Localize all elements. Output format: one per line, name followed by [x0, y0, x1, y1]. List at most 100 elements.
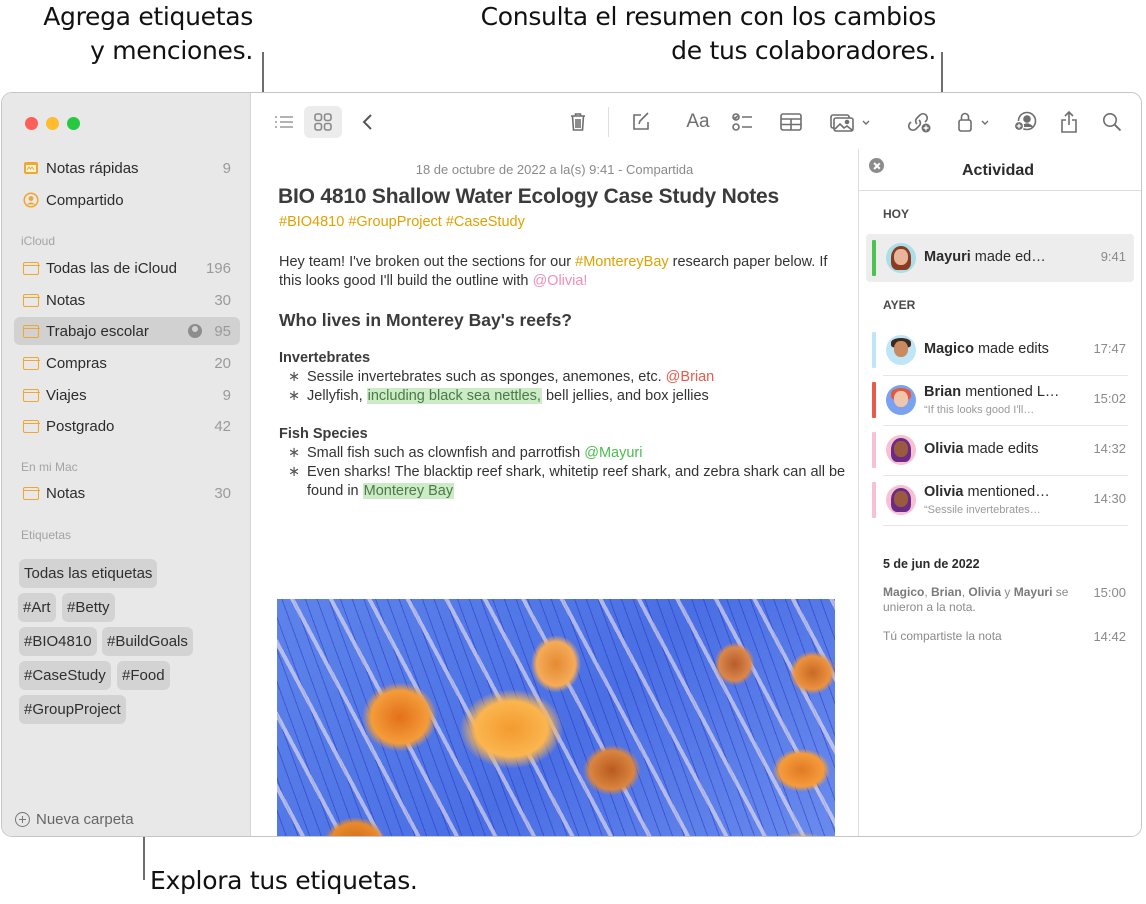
toolbar-divider — [608, 107, 609, 137]
note-count: 42 — [214, 417, 231, 435]
people-add-icon — [1013, 111, 1037, 132]
bullet-icon: ∗ — [288, 388, 301, 404]
activity-row[interactable]: Mayuri made ed… 9:41 — [866, 234, 1134, 282]
new-folder-button[interactable]: Nueva carpeta — [15, 811, 134, 828]
minimize-window-button[interactable] — [46, 117, 59, 130]
format-button[interactable]: Aa — [683, 106, 713, 138]
bullet-icon: ∗ — [288, 445, 301, 461]
zoom-window-button[interactable] — [67, 117, 80, 130]
note-editor[interactable]: 18 de octubre de 2022 a la(s) 9:41 - Com… — [251, 149, 858, 836]
share-button[interactable] — [1057, 106, 1081, 138]
participant-color-bar — [872, 382, 876, 418]
note-body: Hey team! I've broken out the sections f… — [279, 253, 849, 501]
section-heading-fish: Fish Species — [279, 426, 368, 442]
sidebar-item-quick-notes[interactable]: Notas rápidas 9 — [14, 154, 240, 182]
activity-joined-text: Magico, Brian, Olivia y Mayuri se uniero… — [883, 585, 1069, 614]
activity-row[interactable]: Olivia mentioned… “Sessile invertebrates… — [866, 476, 1134, 524]
format-text-icon: Aa — [686, 111, 710, 132]
sidebar-folder-compras[interactable]: Compras 20 — [14, 349, 240, 377]
activity-text: Brian mentioned L… — [924, 384, 1060, 400]
sidebar-folder-postgrado[interactable]: Postgrado 42 — [14, 412, 240, 440]
gallery-view-button[interactable] — [304, 106, 342, 138]
photo-icon — [830, 114, 870, 132]
divider — [883, 525, 1128, 526]
back-button[interactable] — [356, 106, 380, 138]
sidebar-folder-viajes[interactable]: Viajes 9 — [14, 381, 240, 409]
media-button[interactable] — [829, 106, 875, 138]
note-count: 9 — [222, 159, 231, 177]
checklist-button[interactable] — [730, 106, 756, 138]
text-run: Jellyfish, — [307, 388, 367, 404]
section-today: HOY — [883, 207, 910, 221]
close-activity-button[interactable] — [869, 158, 884, 173]
tag-groupproject[interactable]: #GroupProject — [19, 695, 126, 724]
note-date: 18 de octubre de 2022 a la(s) 9:41 - Com… — [415, 162, 694, 177]
sidebar: Notas rápidas 9 Compartido iCloud Todas … — [2, 93, 251, 836]
note-tags[interactable]: #BIO4810 #GroupProject #CaseStudy — [279, 214, 525, 230]
list-item: ∗ Jellyfish, including black sea nettles… — [279, 387, 849, 406]
close-window-button[interactable] — [25, 117, 38, 130]
sidebar-folder-trabajo-escolar[interactable]: Trabajo escolar 95 — [14, 317, 240, 345]
text-run: bell jellies, and box jellies — [541, 388, 709, 404]
hashtag-link[interactable]: #MontereyBay — [575, 254, 669, 270]
folder-icon — [22, 323, 40, 339]
section-header-on-my-mac: En mi Mac — [21, 460, 78, 474]
activity-text: Olivia mentioned… — [924, 484, 1050, 500]
mention-brian[interactable]: @Brian — [666, 369, 715, 385]
folder-icon — [22, 387, 40, 403]
folder-icon — [22, 260, 40, 276]
tag-betty[interactable]: #Betty — [62, 593, 115, 622]
list-item: ∗ Even sharks! The blacktip reef shark, … — [279, 463, 849, 501]
shared-folder-icon — [188, 324, 202, 338]
delete-button[interactable] — [566, 106, 590, 138]
activity-header: Actividad — [859, 149, 1141, 191]
list-view-button[interactable] — [271, 106, 297, 138]
table-button[interactable] — [778, 106, 804, 138]
new-folder-label: Nueva carpeta — [36, 811, 134, 828]
section-header-icloud: iCloud — [21, 234, 56, 248]
avatar-magico — [886, 335, 916, 365]
tag-art[interactable]: #Art — [18, 593, 56, 622]
avatar-mayuri — [886, 243, 916, 273]
callout-line: y menciones. — [90, 36, 253, 65]
activity-title: Actividad — [962, 162, 1035, 179]
activity-time: 14:42 — [1093, 629, 1126, 644]
trash-icon — [571, 113, 585, 131]
folder-icon — [22, 418, 40, 434]
list-item: ∗ Sessile invertebrates such as sponges,… — [279, 368, 849, 387]
activity-row[interactable]: Magico made edits 17:47 — [866, 326, 1134, 374]
note-count: 30 — [214, 291, 231, 309]
sidebar-item-shared[interactable]: Compartido — [14, 186, 240, 214]
tag-casestudy[interactable]: #CaseStudy — [19, 661, 111, 690]
lock-button[interactable] — [955, 106, 995, 138]
mention-olivia[interactable]: @Olivia! — [532, 273, 587, 289]
bullet-icon: ∗ — [288, 369, 301, 385]
collaborate-link-button[interactable] — [906, 106, 934, 138]
activity-row[interactable]: Brian mentioned L… “If this looks good I… — [866, 376, 1134, 424]
sidebar-folder-notas[interactable]: Notas 30 — [14, 286, 240, 314]
participant-color-bar — [872, 332, 876, 368]
note-count: 9 — [222, 386, 231, 404]
activity-shared-text: Tú compartiste la nota — [883, 629, 1002, 643]
sidebar-folder-all-icloud[interactable]: Todas las de iCloud 196 — [14, 254, 240, 282]
tag-all-tags[interactable]: Todas las etiquetas — [19, 559, 158, 588]
activity-row[interactable]: Olivia made edits 14:32 — [866, 426, 1134, 474]
new-note-button[interactable] — [629, 106, 653, 138]
lock-icon — [958, 112, 989, 132]
sidebar-item-label: Viajes — [46, 386, 87, 404]
folder-icon — [22, 355, 40, 371]
quick-note-icon — [23, 160, 39, 176]
jellyfish-photo[interactable] — [277, 599, 835, 836]
tag-food[interactable]: #Food — [117, 661, 170, 690]
sidebar-folder-mac-notas[interactable]: Notas 30 — [14, 479, 240, 507]
notes-window: Notas rápidas 9 Compartido iCloud Todas … — [1, 92, 1142, 837]
section-heading-invertebrates: Invertebrates — [279, 350, 371, 366]
tag-buildgoals[interactable]: #BuildGoals — [102, 627, 193, 656]
sidebar-item-label: Notas — [46, 291, 86, 309]
search-button[interactable] — [1100, 106, 1124, 138]
activity-panel: Actividad HOY Mayuri made ed… 9:41 AYER … — [858, 149, 1141, 836]
tag-bio4810[interactable]: #BIO4810 — [19, 627, 97, 656]
mention-mayuri[interactable]: @Mayuri — [584, 445, 642, 461]
share-people-button[interactable] — [1012, 106, 1040, 138]
avatar-olivia — [886, 485, 916, 515]
